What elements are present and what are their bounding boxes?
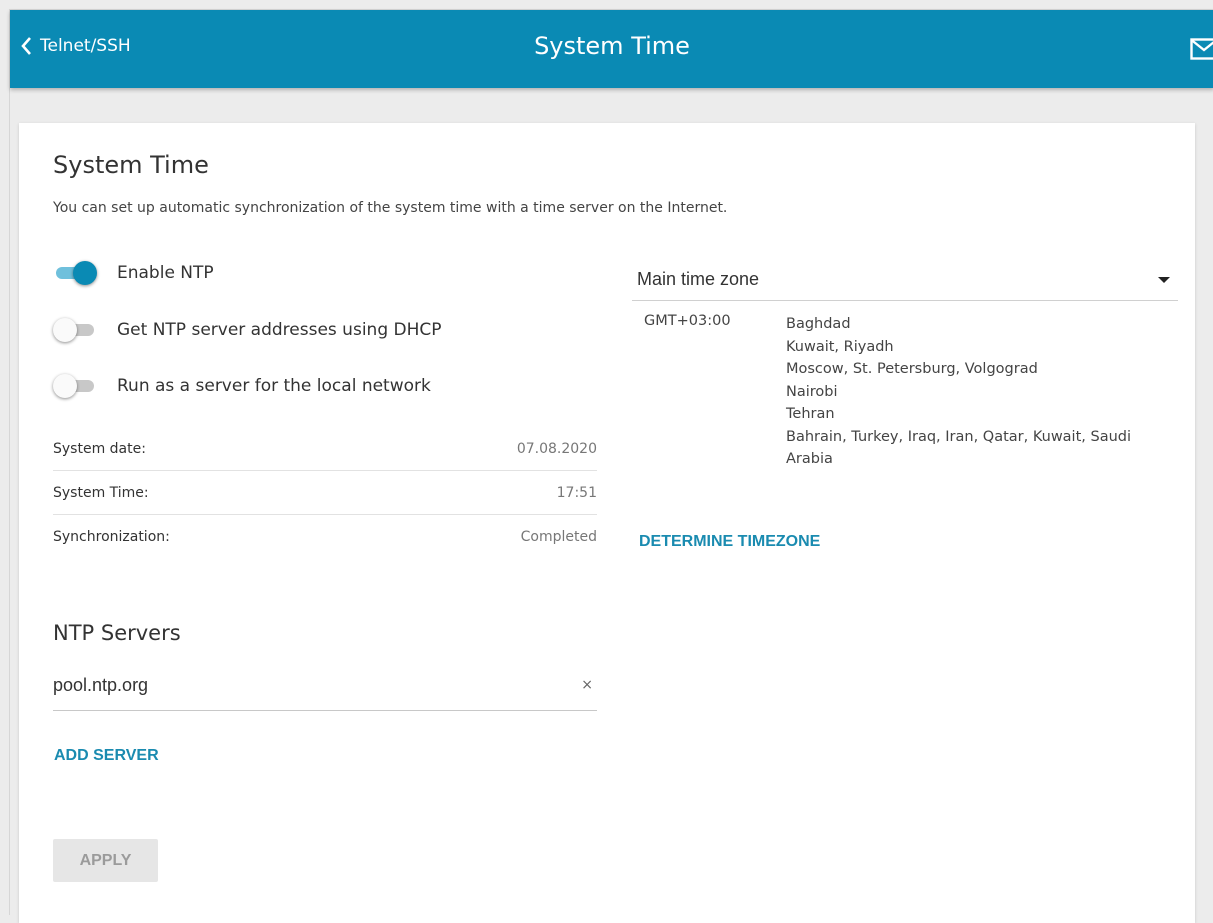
timezone-city: Kuwait, Riyadh (786, 336, 1166, 359)
toggle-label: Get NTP server addresses using DHCP (117, 320, 442, 340)
system-time-card: System Time You can set up automatic syn… (19, 123, 1195, 923)
page-title: System Time (10, 32, 1213, 60)
ntp-servers-title: NTP Servers (53, 621, 181, 645)
info-row-system-date: System date: 07.08.2020 (53, 427, 597, 471)
toggle-dhcp-ntp[interactable]: Get NTP server addresses using DHCP (53, 318, 442, 342)
timezone-select[interactable]: Main time zone (632, 257, 1178, 301)
mail-icon[interactable] (1190, 38, 1213, 60)
toggle-switch[interactable] (53, 261, 97, 285)
apply-button[interactable]: APPLY (53, 839, 158, 882)
toggle-label: Run as a server for the local network (117, 376, 431, 396)
toggle-local-server[interactable]: Run as a server for the local network (53, 374, 431, 398)
toggle-label: Enable NTP (117, 263, 214, 283)
add-server-button[interactable]: ADD SERVER (54, 747, 159, 765)
timezone-offset: GMT+03:00 (644, 313, 731, 329)
timezone-city: Moscow, St. Petersburg, Volgograd (786, 358, 1166, 381)
app-frame: Telnet/SSH System Time System Time You c… (9, 9, 1213, 915)
toggle-switch[interactable] (53, 318, 97, 342)
info-label: System date: (53, 441, 146, 457)
info-label: System Time: (53, 485, 149, 501)
timezone-city: Bahrain, Turkey, Iraq, Iran, Qatar, Kuwa… (786, 426, 1166, 471)
card-title: System Time (53, 151, 209, 179)
timezone-city: Baghdad (786, 313, 1166, 336)
info-label: Synchronization: (53, 529, 170, 545)
toggle-enable-ntp[interactable]: Enable NTP (53, 261, 214, 285)
timezone-city: Nairobi (786, 381, 1166, 404)
toggle-switch[interactable] (53, 374, 97, 398)
ntp-server-input[interactable] (53, 675, 553, 696)
info-value: 07.08.2020 (517, 441, 597, 457)
clear-icon[interactable]: × (581, 677, 593, 693)
caret-down-icon (1158, 277, 1170, 283)
timezone-select-value: Main time zone (637, 269, 759, 290)
info-row-synchronization: Synchronization: Completed (53, 515, 597, 559)
info-value: Completed (521, 529, 597, 545)
timezone-city: Tehran (786, 403, 1166, 426)
info-value: 17:51 (557, 485, 597, 501)
ntp-server-field: × (53, 663, 597, 711)
determine-timezone-button[interactable]: DETERMINE TIMEZONE (639, 533, 820, 551)
card-description: You can set up automatic synchronization… (53, 200, 727, 216)
timezone-cities: Baghdad Kuwait, Riyadh Moscow, St. Peter… (786, 313, 1166, 471)
info-row-system-time: System Time: 17:51 (53, 471, 597, 515)
header-bar: Telnet/SSH System Time (10, 10, 1213, 88)
